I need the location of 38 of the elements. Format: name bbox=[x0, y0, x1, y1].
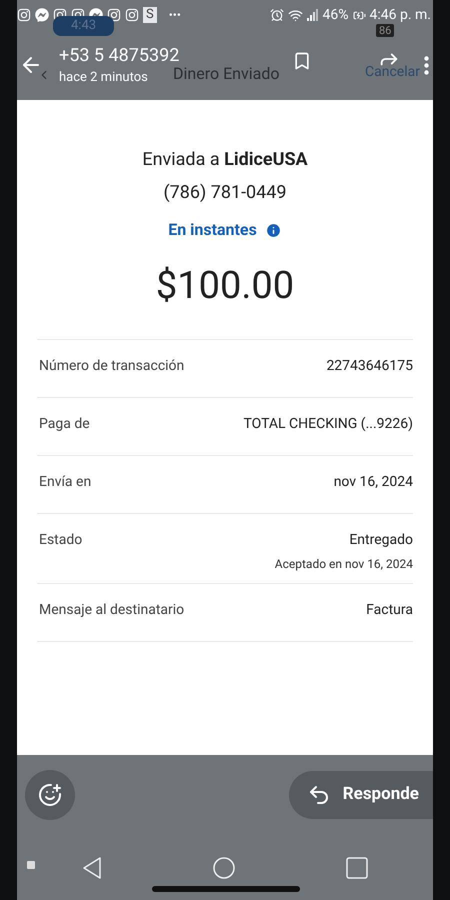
detail-value: 22743646175 bbox=[326, 357, 413, 376]
detail-label: Envía en bbox=[39, 473, 92, 492]
detail-label: Paga de bbox=[39, 415, 90, 434]
camera-app-icon bbox=[125, 8, 139, 22]
more-icon bbox=[424, 56, 429, 74]
detail-value: nov 16, 2024 bbox=[334, 473, 413, 492]
amount: $100.00 bbox=[156, 263, 294, 310]
clock-time: 4:46 p. m. bbox=[370, 6, 431, 24]
time-ago: hace 2 minutos bbox=[59, 69, 148, 87]
underlying-time: 4:43 bbox=[53, 16, 114, 36]
reaction-button[interactable] bbox=[25, 770, 75, 820]
recents-nav-icon[interactable] bbox=[346, 856, 368, 878]
underlying-battery: 86 bbox=[376, 24, 394, 37]
app-badge: S bbox=[143, 7, 157, 23]
detail-value: Factura bbox=[366, 601, 413, 620]
more-options-button[interactable] bbox=[424, 56, 429, 74]
reply-button[interactable]: Responde bbox=[288, 771, 433, 819]
detail-label: Número de transacción bbox=[39, 357, 184, 376]
chat-bubble-icon bbox=[35, 8, 49, 22]
delivery-speed: En instantes bbox=[168, 219, 257, 241]
detail-value: Entregado bbox=[349, 531, 413, 550]
camera-app-icon bbox=[17, 8, 31, 22]
home-nav-icon[interactable] bbox=[212, 856, 235, 878]
recipient-phone: (786) 781-0449 bbox=[163, 181, 287, 205]
more-notifications: ••• bbox=[168, 7, 181, 24]
wifi-icon bbox=[288, 8, 303, 22]
battery-icon bbox=[352, 8, 366, 22]
info-icon[interactable] bbox=[264, 222, 282, 238]
alarm-icon bbox=[270, 8, 284, 22]
back-nav-icon[interactable] bbox=[82, 856, 102, 878]
detail-label: Estado bbox=[39, 531, 82, 550]
add-emoji-icon bbox=[38, 783, 62, 807]
detail-value: TOTAL CHECKING (...9226) bbox=[243, 415, 413, 434]
battery-percent: 46% bbox=[322, 6, 349, 24]
signal-icon bbox=[306, 9, 319, 21]
recipient-line: Enviada a LidiceUSA bbox=[142, 148, 308, 172]
detail-label: Mensaje al destinatario bbox=[39, 601, 184, 620]
detail-note: Aceptado en nov 16, 2024 bbox=[274, 556, 413, 573]
